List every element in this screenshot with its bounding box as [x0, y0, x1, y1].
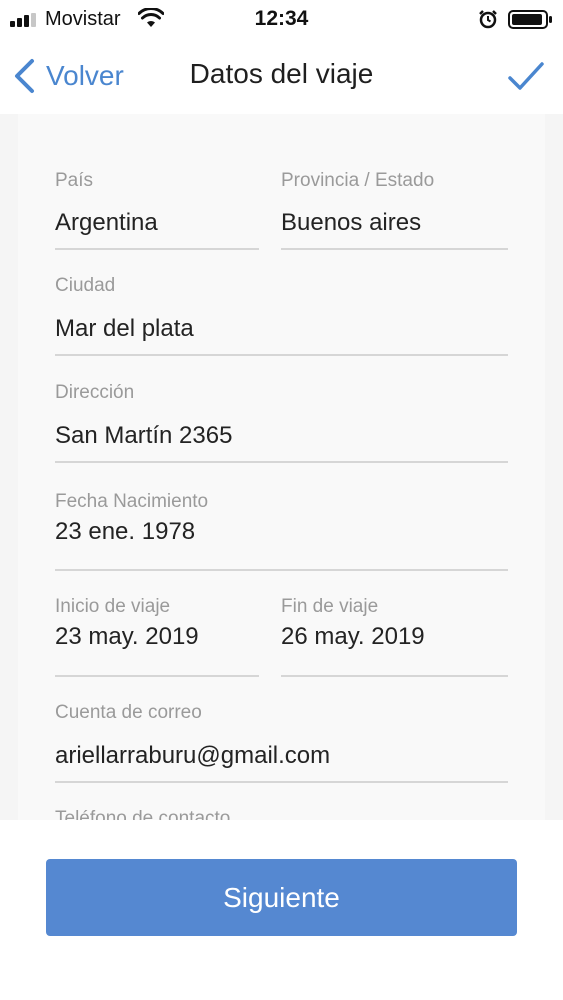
- email-label: Cuenta de correo: [55, 702, 202, 723]
- status-bar: Movistar 12:34: [0, 0, 563, 38]
- page-title-text: Datos del viaje: [189, 58, 374, 89]
- checkmark-icon[interactable]: [506, 56, 546, 96]
- province-value: Buenos aires: [281, 209, 422, 236]
- divider: [55, 461, 508, 463]
- battery-icon: [508, 10, 552, 29]
- trip-end-field[interactable]: Fin de viaje 26 may. 2019: [281, 596, 508, 678]
- back-button[interactable]: Volver: [12, 54, 124, 98]
- divider: [55, 781, 508, 783]
- country-field[interactable]: País Argentina: [55, 170, 259, 250]
- divider: [55, 354, 508, 356]
- birth-date-label: Fecha Nacimiento: [55, 491, 209, 512]
- province-field[interactable]: Provincia / Estado Buenos aires: [281, 170, 508, 250]
- trip-end-label: Fin de viaje: [281, 596, 379, 617]
- city-label: Ciudad: [55, 275, 116, 296]
- next-button[interactable]: Siguiente: [46, 859, 517, 936]
- email-value: ariellarraburu@gmail.com: [55, 742, 331, 769]
- trip-form: País Argentina Provincia / Estado Buenos…: [0, 114, 563, 820]
- divider: [55, 248, 259, 250]
- province-label: Provincia / Estado: [281, 170, 435, 191]
- country-value: Argentina: [55, 209, 158, 236]
- trip-start-label: Inicio de viaje: [55, 596, 171, 617]
- alarm-icon: [479, 10, 497, 29]
- divider: [55, 675, 259, 677]
- trip-start-field[interactable]: Inicio de viaje 23 may. 2019: [55, 596, 259, 678]
- back-label: Volver: [46, 60, 124, 91]
- birth-date-value: 23 ene. 1978: [55, 518, 196, 545]
- divider: [281, 248, 508, 250]
- birth-date-field[interactable]: Fecha Nacimiento 23 ene. 1978: [55, 491, 508, 572]
- divider: [281, 675, 508, 677]
- trip-start-value: 23 may. 2019: [55, 623, 199, 650]
- trip-end-value: 26 may. 2019: [281, 623, 425, 650]
- bottom-action-area: Siguiente: [0, 820, 563, 1000]
- phone-label: Teléfono de contacto: [55, 808, 231, 820]
- divider: [55, 569, 508, 571]
- email-field[interactable]: Cuenta de correo ariellarraburu@gmail.co…: [55, 702, 508, 784]
- chevron-left-icon: [15, 59, 34, 93]
- address-label: Dirección: [55, 382, 135, 403]
- country-label: País: [55, 170, 94, 191]
- address-value: San Martín 2365: [55, 422, 233, 449]
- address-field[interactable]: Dirección San Martín 2365: [55, 382, 508, 463]
- phone-field[interactable]: Teléfono de contacto: [55, 808, 508, 820]
- city-field[interactable]: Ciudad Mar del plata: [55, 275, 508, 356]
- navigation-bar: Volver Datos del viaje: [0, 38, 563, 114]
- city-value: Mar del plata: [55, 315, 194, 342]
